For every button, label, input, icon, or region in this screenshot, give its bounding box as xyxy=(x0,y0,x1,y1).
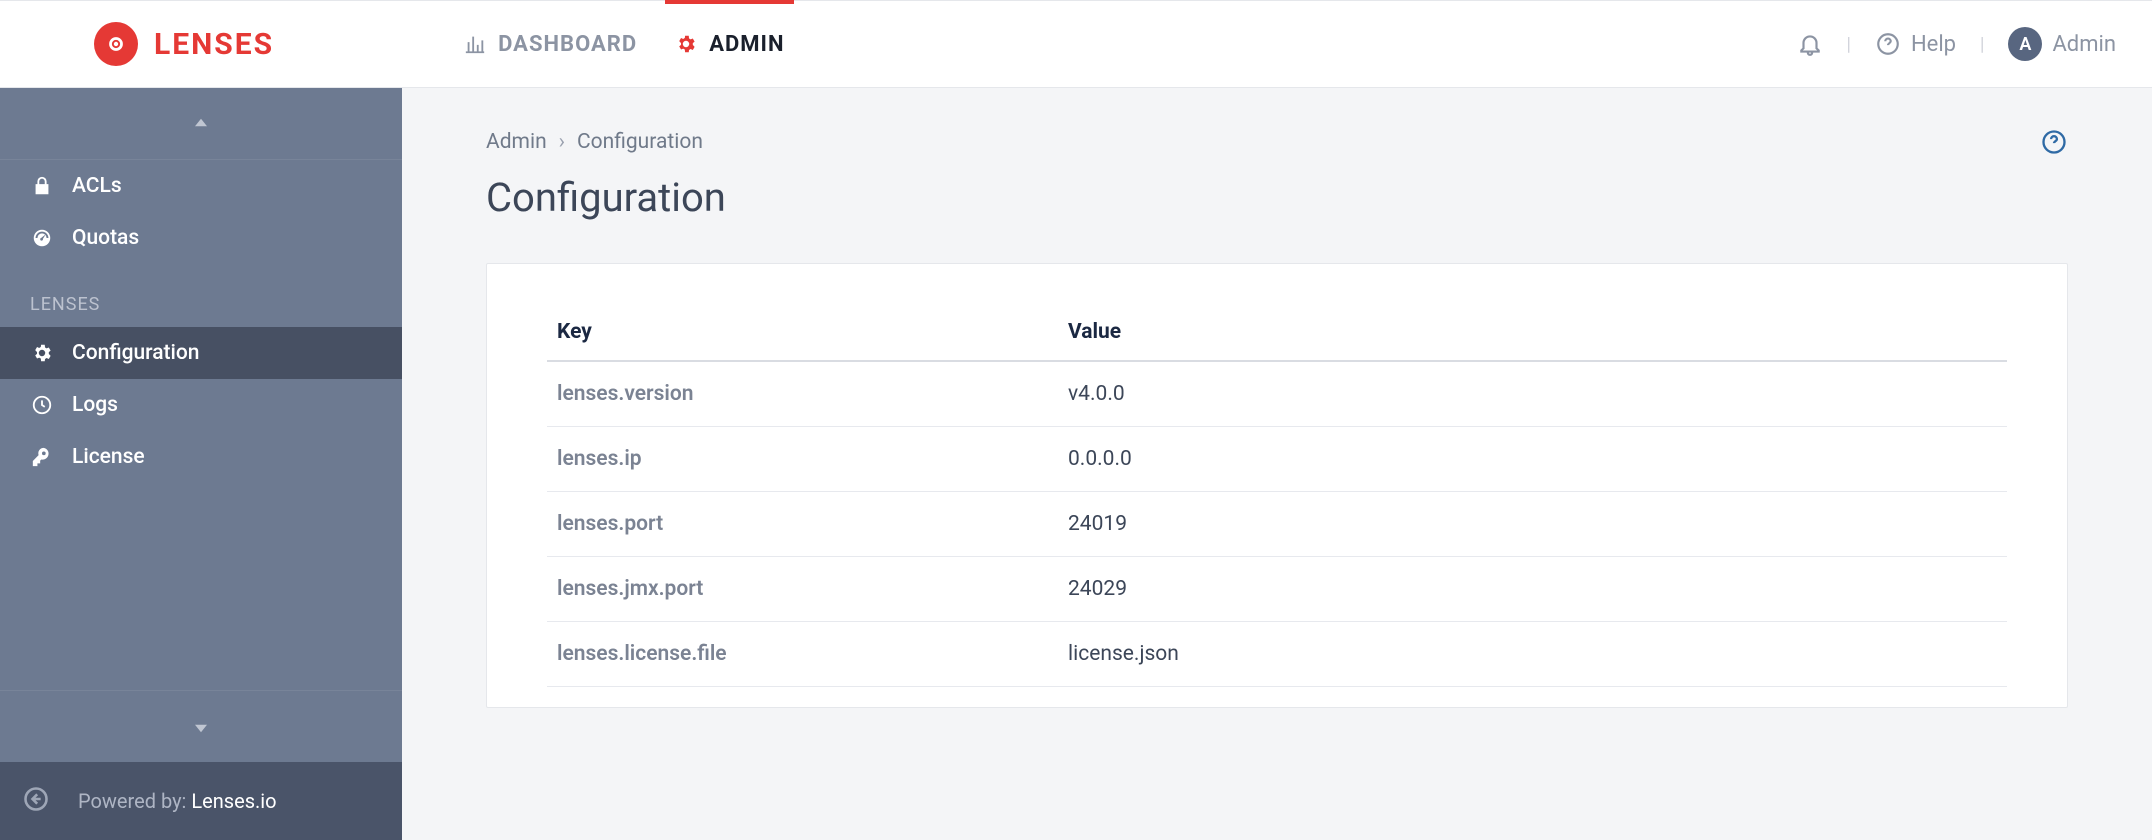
question-circle-icon xyxy=(1875,31,1901,57)
main-content: Admin › Configuration Configuration Key … xyxy=(402,88,2152,840)
config-key: lenses.version xyxy=(547,361,1058,427)
nav-dashboard[interactable]: DASHBOARD xyxy=(464,1,637,87)
config-card: Key Value lenses.versionv4.0.0lenses.ip0… xyxy=(486,263,2068,708)
page-title: Configuration xyxy=(486,174,2068,221)
table-row: lenses.license.filelicense.json xyxy=(547,622,2007,687)
bar-chart-icon xyxy=(464,33,486,55)
topbar-right: | Help | A Admin xyxy=(1797,27,2116,61)
gear-icon xyxy=(30,342,54,364)
lock-icon xyxy=(30,175,54,197)
sidebar-item-logs[interactable]: Logs xyxy=(0,379,402,431)
gauge-icon xyxy=(30,227,54,249)
avatar: A xyxy=(2008,27,2042,61)
col-key: Key xyxy=(547,304,1058,361)
user-name: Admin xyxy=(2052,32,2116,57)
separator: | xyxy=(1980,34,1984,55)
powered-by-link[interactable]: Lenses.io xyxy=(191,789,276,813)
nav-dashboard-label: DASHBOARD xyxy=(498,32,637,57)
help-label: Help xyxy=(1911,32,1956,57)
powered-by: Powered by: Lenses.io xyxy=(78,789,277,813)
brand-logo-icon xyxy=(94,22,138,66)
sidebar: ACLs Quotas LENSES Configuration Logs xyxy=(0,88,402,840)
topbar: LENSES DASHBOARD ADMIN | Help | A Admin xyxy=(0,0,2152,88)
back-circle-icon[interactable] xyxy=(22,785,50,818)
user-menu[interactable]: A Admin xyxy=(2008,27,2116,61)
table-row: lenses.ip0.0.0.0 xyxy=(547,427,2007,492)
sidebar-item-label: Logs xyxy=(72,393,118,417)
config-key: lenses.port xyxy=(547,492,1058,557)
config-key: lenses.ip xyxy=(547,427,1058,492)
config-value: license.json xyxy=(1058,622,2007,687)
sidebar-item-quotas[interactable]: Quotas xyxy=(0,212,402,264)
config-value: 24019 xyxy=(1058,492,2007,557)
nav-admin-label: ADMIN xyxy=(709,32,784,57)
sidebar-collapse-up[interactable] xyxy=(0,88,402,160)
page-help-button[interactable] xyxy=(2040,128,2068,156)
breadcrumb-current: Configuration xyxy=(577,130,703,154)
chevron-right-icon: › xyxy=(559,130,565,154)
breadcrumb: Admin › Configuration xyxy=(486,130,703,154)
sidebar-item-license[interactable]: License xyxy=(0,431,402,483)
config-key: lenses.license.file xyxy=(547,622,1058,687)
config-value: 24029 xyxy=(1058,557,2007,622)
clock-icon xyxy=(30,394,54,416)
breadcrumb-admin[interactable]: Admin xyxy=(486,130,547,154)
sidebar-footer: Powered by: Lenses.io xyxy=(0,762,402,840)
config-value: v4.0.0 xyxy=(1058,361,2007,427)
sidebar-item-label: Quotas xyxy=(72,226,139,250)
config-value: 0.0.0.0 xyxy=(1058,427,2007,492)
notifications-button[interactable] xyxy=(1797,31,1823,57)
question-circle-icon xyxy=(2040,128,2068,156)
bell-icon xyxy=(1797,31,1823,57)
sidebar-section-lenses: LENSES xyxy=(0,264,402,327)
sidebar-item-acls[interactable]: ACLs xyxy=(0,160,402,212)
chevron-up-icon xyxy=(192,115,210,133)
config-key: lenses.jmx.port xyxy=(547,557,1058,622)
topnav: DASHBOARD ADMIN xyxy=(464,1,784,87)
sidebar-item-label: ACLs xyxy=(72,174,122,198)
brand-name: LENSES xyxy=(154,27,274,62)
sidebar-expand-down[interactable] xyxy=(0,690,402,762)
table-row: lenses.jmx.port24029 xyxy=(547,557,2007,622)
sidebar-item-label: Configuration xyxy=(72,341,200,365)
brand[interactable]: LENSES xyxy=(94,22,274,66)
config-table: Key Value lenses.versionv4.0.0lenses.ip0… xyxy=(547,304,2007,687)
nav-admin[interactable]: ADMIN xyxy=(675,1,784,87)
sidebar-item-label: License xyxy=(72,445,145,469)
table-row: lenses.port24019 xyxy=(547,492,2007,557)
sidebar-item-configuration[interactable]: Configuration xyxy=(0,327,402,379)
table-row: lenses.versionv4.0.0 xyxy=(547,361,2007,427)
help-button[interactable]: Help xyxy=(1875,31,1956,57)
key-icon xyxy=(30,446,54,468)
col-value: Value xyxy=(1058,304,2007,361)
gear-icon xyxy=(675,33,697,55)
chevron-down-icon xyxy=(192,718,210,736)
separator: | xyxy=(1847,34,1851,55)
